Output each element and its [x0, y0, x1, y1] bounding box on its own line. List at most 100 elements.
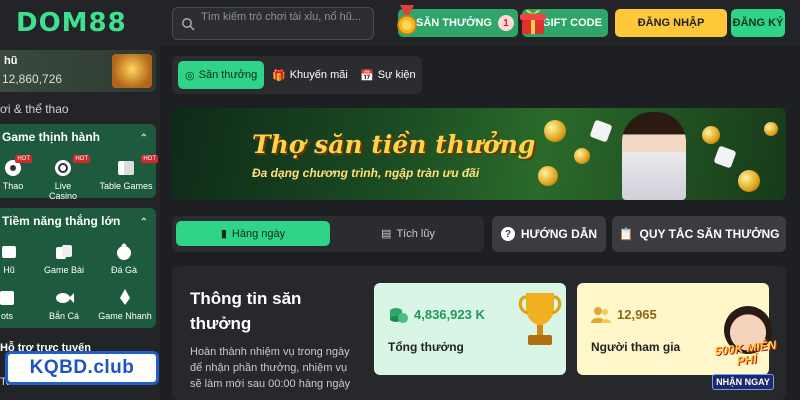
- jackpot-value: 12,860,726: [2, 72, 63, 86]
- slots-icon: [0, 291, 14, 305]
- big-win-group: Tiềm năng thắng lớn ⌃ Hũ Game Bài Đá Gà …: [0, 208, 156, 328]
- search-box[interactable]: Tìm kiếm trò chơi tài xỉu, nổ hũ...: [172, 7, 374, 40]
- login-button[interactable]: ĐĂNG NHẬP: [615, 9, 727, 37]
- hot-games-group: Game thịnh hành ⌃ HOT Thao HOT Live Casi…: [0, 124, 158, 201]
- free-bonus-promo[interactable]: 500K MIỄN PHÍ NHẬN NGAY: [706, 286, 786, 394]
- tab-cumulative[interactable]: ▤ Tích lũy: [338, 221, 478, 246]
- gift-code-button[interactable]: GIFT CODE: [520, 9, 608, 37]
- tab-label: Săn thưởng: [198, 69, 258, 81]
- clipboard-icon: ▮: [220, 228, 227, 240]
- banner-subtitle: Đa dạng chương trình, ngập tràn ưu đãi: [252, 166, 480, 180]
- bounty-button[interactable]: SĂN THƯỞNG 1: [397, 5, 518, 37]
- sidebar-item-label: Đá Gà: [110, 265, 137, 275]
- sidebar-item-label: Table Games: [99, 181, 153, 191]
- tab-daily[interactable]: ▮ Hàng ngày: [176, 221, 330, 246]
- rules-label: QUY TẮC SĂN THƯỞNG: [639, 227, 780, 241]
- gift-icon: 🎁: [272, 69, 286, 82]
- hot-badge: HOT: [141, 155, 158, 163]
- stack-icon: ▤: [381, 228, 392, 240]
- help-icon: ?: [500, 227, 515, 241]
- document-icon: 📋: [618, 227, 634, 241]
- hero-banner: Thợ săn tiền thưởng Đa dạng chương trình…: [172, 108, 786, 200]
- sidebar-item-card-games[interactable]: Game Bài: [42, 242, 86, 275]
- sidebar-item-label: Game Bài: [43, 265, 85, 275]
- jackpot-icon: [2, 246, 16, 258]
- total-reward-value: 4,836,923 K: [414, 307, 485, 322]
- hot-badge: HOT: [73, 155, 90, 163]
- sidebar: hũ 12,860,726 ơi & thể thao Game thịnh h…: [0, 46, 160, 400]
- hot-games-header[interactable]: Game thịnh hành ⌃: [0, 124, 156, 150]
- trophy-icon: [518, 293, 562, 345]
- sidebar-item-jackpot[interactable]: Hũ: [0, 242, 22, 275]
- rules-button[interactable]: 📋 QUY TẮC SĂN THƯỞNG: [612, 216, 786, 252]
- hot-badge: HOT: [15, 155, 32, 163]
- coin-icon: [538, 166, 558, 186]
- bounty-count-badge: 1: [497, 15, 514, 31]
- info-description: Hoàn thành nhiệm vụ trong ngày để nhận p…: [190, 346, 351, 390]
- sidebar-section-title: ơi & thể thao: [0, 102, 69, 116]
- dice-icon: [713, 145, 737, 169]
- rooster-icon: [117, 243, 131, 260]
- coin-icon: [702, 126, 720, 144]
- gift-code-label: GIFT CODE: [542, 17, 602, 29]
- dice-icon: [589, 119, 613, 143]
- total-reward-card: 4,836,923 K Tổng thưởng: [374, 283, 566, 375]
- top-header: DOM88 Tìm kiếm trò chơi tài xỉu, nổ hũ..…: [0, 0, 800, 46]
- register-button[interactable]: ĐĂNG KÝ: [731, 9, 785, 37]
- bounty-label: SĂN THƯỞNG: [416, 17, 492, 29]
- card-game-icon: [56, 245, 72, 259]
- gift-icon: [520, 9, 546, 34]
- jackpot-card[interactable]: hũ 12,860,726: [0, 50, 156, 92]
- coin-icon: [738, 170, 760, 192]
- cards-icon: [118, 161, 134, 175]
- participants-label: Người tham gia: [591, 340, 681, 354]
- info-title: Thông tin săn thưởng: [190, 289, 302, 333]
- big-win-title: Tiềm năng thắng lớn: [2, 214, 121, 228]
- guide-label: HƯỚNG DẪN: [520, 227, 598, 241]
- chevron-up-icon: ⌃: [139, 133, 148, 144]
- chevron-up-icon: ⌃: [139, 217, 148, 228]
- watermark-logo: KQBD.club: [5, 351, 159, 385]
- total-reward-label: Tổng thưởng: [388, 340, 464, 354]
- tab-label: Khuyến mãi: [289, 69, 348, 81]
- big-win-header[interactable]: Tiềm năng thắng lớn ⌃: [0, 208, 156, 234]
- casino-chip-icon: [55, 160, 71, 176]
- users-icon: [591, 307, 611, 323]
- banner-character-illustration: [622, 112, 686, 200]
- sidebar-item-quick-games[interactable]: Game Nhanh: [96, 288, 154, 321]
- sidebar-item-sports[interactable]: HOT Thao: [0, 155, 32, 191]
- participants-value: 12,965: [617, 307, 657, 322]
- guide-button[interactable]: ? HƯỚNG DẪN: [492, 216, 606, 252]
- coin-icon: [574, 148, 590, 164]
- sidebar-item-label: Live Casino: [48, 181, 77, 201]
- sidebar-item-label: Bắn Cá: [48, 311, 80, 321]
- sidebar-item-table-games[interactable]: HOT Table Games: [98, 155, 158, 191]
- sidebar-item-cockfight[interactable]: Đá Gà: [106, 242, 142, 275]
- treasure-chest-icon: [112, 54, 152, 88]
- tab-label: Tích lũy: [396, 227, 435, 240]
- tab-promotions[interactable]: 🎁 Khuyến mãi: [272, 61, 348, 89]
- tab-label: Hàng ngày: [231, 227, 286, 240]
- rocket-icon: [120, 289, 130, 305]
- sidebar-item-label: ots: [0, 311, 13, 321]
- search-icon: [182, 18, 195, 31]
- coin-icon: [764, 122, 778, 136]
- search-placeholder[interactable]: Tìm kiếm trò chơi tài xỉu, nổ hũ...: [201, 10, 366, 24]
- site-logo[interactable]: DOM88: [16, 8, 127, 38]
- sidebar-item-live-casino[interactable]: HOT Live Casino: [40, 155, 90, 201]
- claim-now-button[interactable]: NHẬN NGAY: [712, 374, 774, 390]
- sidebar-item-fishing[interactable]: Bắn Cá: [44, 288, 84, 321]
- sidebar-item-label: Thao: [2, 181, 24, 191]
- sidebar-item-label: Game Nhanh: [98, 311, 152, 321]
- tab-events[interactable]: 📅 Sự kiện: [360, 61, 416, 89]
- period-switch: ▮ Hàng ngày ▤ Tích lũy: [172, 216, 484, 252]
- sidebar-item-slots[interactable]: ots: [0, 288, 20, 321]
- coin-icon: [544, 120, 566, 142]
- main-tabs: ◎ Săn thưởng 🎁 Khuyến mãi 📅 Sự kiện: [172, 56, 422, 94]
- tab-label: Sự kiện: [377, 69, 416, 81]
- tab-bounty[interactable]: ◎ Săn thưởng: [178, 61, 265, 89]
- medal-icon: [397, 5, 417, 35]
- fish-icon: [56, 293, 74, 303]
- calendar-icon: 📅: [360, 69, 374, 82]
- jackpot-label: hũ: [4, 55, 18, 67]
